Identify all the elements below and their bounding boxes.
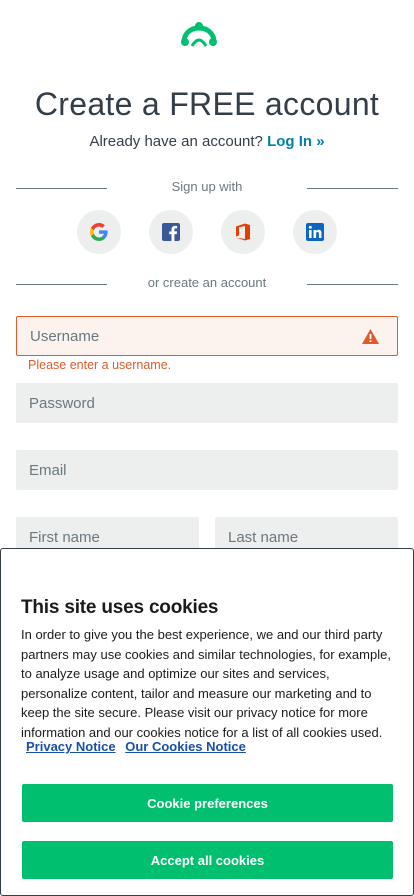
username-error: Please enter a username. (28, 358, 172, 372)
google-signup-button[interactable] (77, 210, 121, 254)
password-placeholder: Password (29, 394, 95, 412)
warning-icon (362, 329, 379, 344)
facebook-signup-button[interactable] (149, 210, 193, 254)
email-input[interactable]: Email (16, 450, 398, 490)
privacy-notice-link[interactable]: Privacy Notice (26, 739, 116, 754)
signup-with-label: Sign up with (171, 179, 243, 194)
create-account-divider: or create an account (16, 274, 398, 294)
divider-line-right (307, 284, 398, 285)
cookie-banner-body: In order to give you the best experience… (21, 627, 391, 740)
first-name-placeholder: First name (29, 528, 100, 546)
linkedin-signup-button[interactable] (293, 210, 337, 254)
surveymonkey-logo-icon[interactable] (180, 20, 218, 48)
login-prompt-text: Already have an account? (89, 133, 263, 150)
accept-all-cookies-button[interactable]: Accept all cookies (22, 841, 393, 879)
page-title: Create a FREE account (34, 86, 380, 122)
last-name-placeholder: Last name (228, 528, 299, 546)
office-signup-button[interactable] (221, 210, 265, 254)
username-input[interactable]: Username (16, 316, 398, 356)
divider-line-right (307, 188, 398, 189)
office-icon (236, 223, 250, 241)
login-prompt: Already have an account? Log In » (0, 133, 414, 150)
email-placeholder: Email (29, 461, 67, 479)
username-placeholder: Username (30, 327, 100, 345)
facebook-icon (162, 223, 180, 241)
or-create-label: or create an account (147, 275, 267, 290)
google-icon (90, 223, 108, 241)
linkedin-icon (306, 223, 324, 241)
signup-divider: Sign up with (16, 178, 398, 198)
login-link[interactable]: Log In » (267, 133, 325, 150)
cookie-banner: This site uses cookies In order to give … (0, 548, 414, 896)
cookie-preferences-button[interactable]: Cookie preferences (22, 784, 393, 822)
cookie-links: Privacy Notice Our Cookies Notice (26, 739, 252, 754)
cookies-notice-link[interactable]: Our Cookies Notice (125, 739, 246, 754)
cookie-banner-title: This site uses cookies (21, 597, 219, 618)
password-input[interactable]: Password (16, 383, 398, 423)
